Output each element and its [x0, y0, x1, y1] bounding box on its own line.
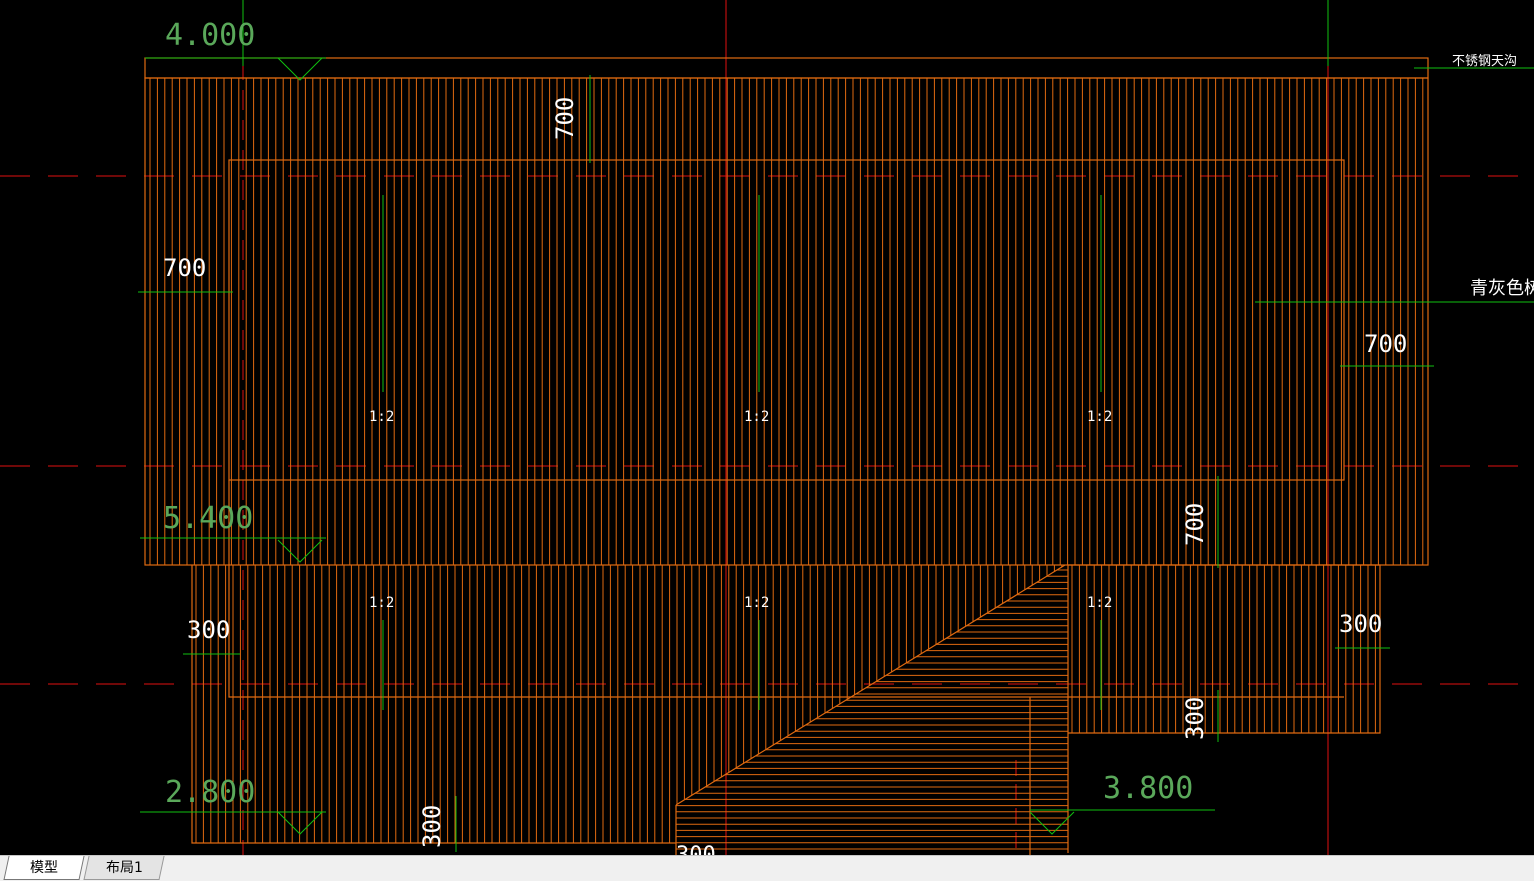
dimension-label: 300 — [1339, 610, 1382, 638]
dimension-label: 300 — [418, 805, 446, 848]
roof-hatch-lower — [195, 565, 1063, 843]
elevation-label: 5.400 — [163, 501, 253, 536]
cad-model-space[interactable]: 4.000 5.400 2.800 3.800 700 700 700 700 … — [0, 0, 1534, 868]
slope-label: 1:2 — [744, 409, 769, 425]
dimension-label: 700 — [551, 97, 579, 140]
dimension-label: 300 — [1181, 697, 1209, 740]
slope-label: 1:2 — [1087, 595, 1112, 611]
gutter-annotation: 不锈钢天沟 — [1452, 54, 1517, 69]
elevation-labels: 4.000 5.400 2.800 3.800 — [163, 18, 1193, 810]
elevation-label: 3.800 — [1103, 771, 1193, 806]
layout-tab-bar: 模型 布局1 — [0, 855, 1534, 881]
elevation-label: 4.000 — [165, 18, 255, 53]
elevation-label: 2.800 — [165, 775, 255, 810]
dimension-label: 300 — [676, 843, 716, 855]
dimension-lines — [138, 0, 1534, 852]
roof-hatch-horizontal — [676, 569, 1068, 850]
roof-hatch-right — [1071, 565, 1376, 733]
slope-label: 1:2 — [369, 409, 394, 425]
dimension-label: 300 — [187, 616, 230, 644]
material-annotation: 青灰色树 — [1470, 278, 1534, 299]
slope-label: 1:2 — [744, 595, 769, 611]
tab-layout1-label: 布局1 — [105, 860, 143, 876]
roof-plan-drawing: 4.000 5.400 2.800 3.800 700 700 700 700 … — [0, 0, 1534, 868]
tab-model-label: 模型 — [30, 860, 58, 876]
slope-label: 1:2 — [1087, 409, 1112, 425]
slope-label: 1:2 — [369, 595, 394, 611]
tab-model[interactable]: 模型 — [3, 856, 85, 880]
tab-layout1[interactable]: 布局1 — [83, 856, 165, 880]
roof-hatch-upper — [149, 78, 1424, 565]
dimension-label: 700 — [1364, 330, 1407, 358]
dimension-label: 700 — [163, 254, 206, 282]
dimension-label: 700 — [1181, 503, 1209, 546]
